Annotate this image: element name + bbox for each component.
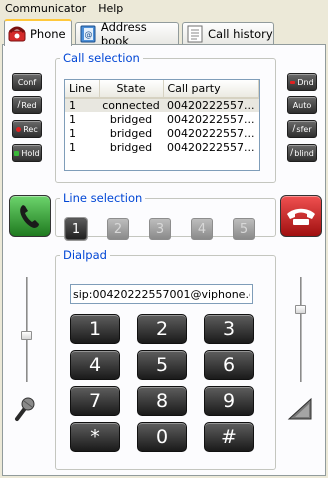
record-led-icon [16, 126, 22, 132]
key-3[interactable]: 3 [204, 314, 254, 344]
key-hash[interactable]: # [204, 422, 254, 452]
dnd-led-icon [290, 80, 296, 84]
line-selection-title: Line selection [63, 191, 143, 205]
address-book-icon: @ [79, 25, 97, 43]
table-row[interactable]: 1 bridged 00420222557... [65, 126, 259, 140]
column-call-party[interactable]: Call party [163, 80, 259, 99]
line-selection-group: Line selection 1 2 3 4 5 [55, 191, 276, 240]
call-table[interactable]: Line State Call party 1 connected 004202… [64, 79, 260, 171]
call-button[interactable] [9, 195, 51, 237]
dnd-button[interactable]: Dnd [287, 73, 317, 91]
hangup-icon [287, 208, 315, 225]
column-line[interactable]: Line [65, 80, 100, 99]
conf-button[interactable]: Conf [12, 73, 42, 91]
cell-state: bridged [109, 126, 153, 140]
menu-help[interactable]: Help [92, 0, 129, 17]
table-row[interactable]: 1 connected 00420222557... [65, 98, 259, 112]
auto-button[interactable]: Auto [287, 96, 317, 114]
phone-icon [8, 25, 26, 43]
rec-button[interactable]: Rec [12, 120, 42, 138]
tab-bar: Phone @ Address book Call history [0, 19, 328, 48]
sip-address-input[interactable] [70, 284, 253, 304]
hold-led-icon [14, 150, 20, 156]
cell-state: connected [99, 98, 163, 112]
transfer-button[interactable]: / sfer [287, 120, 317, 138]
dialpad-group: Dialpad 1 2 3 4 5 6 7 8 9 * 0 # [55, 248, 276, 470]
call-history-icon [186, 25, 204, 43]
microphone-volume-thumb[interactable] [21, 330, 32, 340]
red-button-label: Red [21, 100, 37, 110]
line-2-button[interactable]: 2 [107, 218, 129, 240]
cell-state: bridged [109, 112, 153, 126]
line-5-button[interactable]: 5 [233, 218, 255, 240]
call-selection-group: Call selection Line State Call party 1 c… [55, 51, 276, 183]
speaker-volume-thumb[interactable] [295, 304, 306, 314]
blind-button-label: blind [294, 148, 314, 158]
key-0[interactable]: 0 [137, 422, 187, 452]
cell-party: 00420222557... [167, 140, 255, 154]
key-4[interactable]: 4 [70, 350, 120, 380]
menu-communicator[interactable]: Communicator [0, 0, 92, 17]
cell-state: bridged [109, 140, 153, 154]
tab-call-history[interactable]: Call history [182, 22, 274, 45]
key-2[interactable]: 2 [137, 314, 187, 344]
key-7[interactable]: 7 [70, 386, 120, 416]
auto-button-label: Auto [292, 100, 312, 110]
cell-line: 1 [69, 126, 76, 140]
tab-address-book[interactable]: @ Address book [75, 20, 179, 48]
slash-icon: / [292, 124, 296, 134]
key-6[interactable]: 6 [204, 350, 254, 380]
phone-panel: Call selection Line State Call party 1 c… [2, 44, 326, 476]
slash-icon: / [290, 148, 294, 158]
line-1-button[interactable]: 1 [65, 218, 87, 240]
key-8[interactable]: 8 [137, 386, 187, 416]
svg-text:@: @ [84, 30, 92, 39]
key-1[interactable]: 1 [70, 314, 120, 344]
cell-line: 1 [69, 140, 76, 154]
call-selection-title: Call selection [63, 51, 140, 65]
table-row[interactable]: 1 bridged 00420222557... [65, 112, 259, 126]
slash-icon: / [17, 100, 21, 110]
menu-bar: Communicator Help [0, 0, 328, 17]
tab-call-history-label: Call history [208, 27, 273, 41]
key-9[interactable]: 9 [204, 386, 254, 416]
microphone-volume-track[interactable] [26, 277, 28, 382]
hold-button-label: Hold [21, 148, 40, 158]
key-star[interactable]: * [70, 422, 120, 452]
handset-icon [20, 205, 39, 228]
transfer-button-label: sfer [296, 124, 312, 134]
column-state[interactable]: State [99, 80, 164, 99]
tab-phone[interactable]: Phone [4, 19, 72, 46]
cell-party: 00420222557... [167, 126, 255, 140]
tab-phone-label: Phone [30, 26, 66, 41]
hold-button[interactable]: Hold [12, 144, 42, 162]
cell-line: 1 [69, 112, 76, 126]
line-4-button[interactable]: 4 [191, 218, 213, 240]
microphone-icon [11, 395, 37, 426]
conf-button-label: Conf [17, 77, 37, 87]
speaker-icon [285, 395, 315, 426]
table-row[interactable]: 1 bridged 00420222557... [65, 140, 259, 154]
cell-party: 00420222557... [167, 112, 255, 126]
red-button[interactable]: / Red [12, 96, 42, 114]
key-5[interactable]: 5 [137, 350, 187, 380]
blind-transfer-button[interactable]: / blind [287, 144, 317, 162]
dnd-button-label: Dnd [297, 77, 314, 87]
speaker-volume-track[interactable] [300, 277, 302, 382]
cell-line: 1 [65, 98, 99, 112]
line-3-button[interactable]: 3 [149, 218, 171, 240]
rec-button-label: Rec [23, 124, 38, 134]
cell-party: 00420222557... [163, 98, 259, 112]
hangup-button[interactable] [280, 195, 322, 237]
dialpad-title: Dialpad [63, 248, 107, 262]
